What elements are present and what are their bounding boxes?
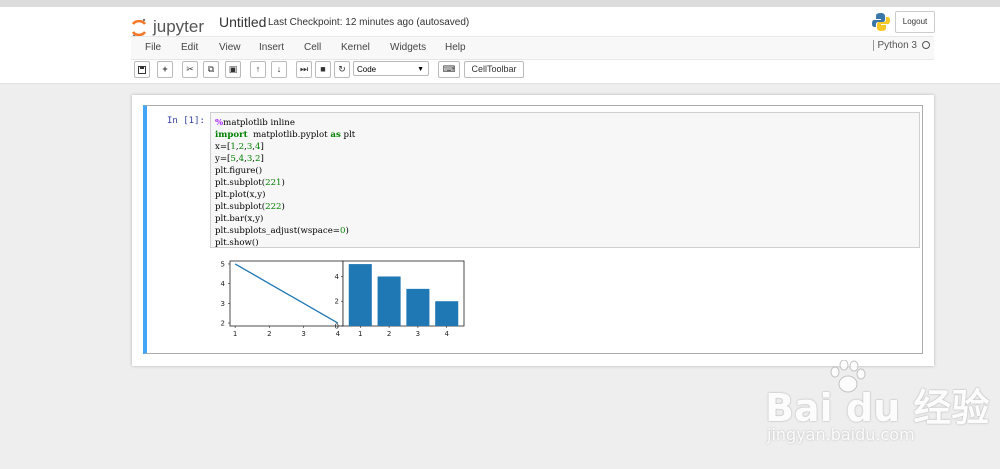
kernel-name: Python 3 (877, 40, 917, 51)
cut-button[interactable]: ✂ (182, 61, 198, 78)
code-content[interactable]: %matplotlib inline import matplotlib.pyp… (211, 113, 919, 253)
code-line: import matplotlib.pyplot as plt (215, 130, 356, 140)
menu-file[interactable]: File (145, 42, 161, 53)
bar (348, 264, 372, 326)
line-plot-xtick-label: 2 (267, 330, 271, 338)
bar-plot-ytick-label: 0 (335, 323, 339, 331)
line-plot-ytick-label: 5 (221, 260, 225, 268)
bar (377, 276, 401, 326)
move-down-button[interactable]: ↓ (271, 61, 287, 78)
run-button[interactable]: ⏭ (296, 61, 312, 78)
plus-icon: + (162, 64, 168, 74)
line-plot-xtick-label: 4 (336, 330, 341, 338)
code-cell[interactable]: In [1]: %matplotlib inline import matplo… (143, 105, 923, 354)
bar (435, 301, 459, 326)
code-line: x=[1,2,3,4] (215, 142, 264, 152)
copy-button[interactable]: ⧉ (203, 61, 219, 78)
code-line: plt.figure() (215, 166, 263, 176)
jupyter-logo-text: jupyter (153, 17, 205, 36)
code-line: plt.show() (215, 238, 259, 248)
notebook-container: In [1]: %matplotlib inline import matplo… (132, 95, 934, 366)
code-line: plt.plot(x,y) (215, 190, 266, 200)
kernel-indicator: Python 3 (872, 40, 930, 51)
output-figure: 1 2 3 423451 2 3 4024 (221, 260, 465, 338)
cell-type-select[interactable]: Code ▼ (353, 61, 429, 76)
input-prompt: In [1]: (167, 116, 205, 126)
menu-widgets[interactable]: Widgets (390, 42, 426, 53)
notebook-header: jupyter Untitled Last Checkpoint: 12 min… (0, 7, 1000, 84)
restart-button[interactable]: ↻ (334, 61, 350, 78)
code-line: plt.subplot(222) (215, 202, 285, 212)
code-line: y=[5,4,3,2] (215, 154, 264, 164)
python-logo-icon (872, 13, 890, 31)
kernel-idle-icon (922, 41, 930, 50)
watermark-url: jingyan.baidu.com (767, 425, 915, 444)
celltoolbar-button[interactable]: CellToolbar (464, 61, 524, 78)
stop-icon: ■ (320, 64, 326, 74)
paste-button[interactable]: ▣ (225, 61, 241, 78)
menu-view[interactable]: View (219, 42, 241, 53)
step-forward-icon: ⏭ (299, 64, 309, 74)
save-icon (138, 65, 146, 74)
menu-cell[interactable]: Cell (304, 42, 321, 53)
bar (406, 288, 430, 326)
notebook-name[interactable]: Untitled (219, 14, 266, 30)
bar-plot-xtick-label: 4 (444, 330, 449, 338)
cell-type-value: Code (357, 65, 377, 74)
chevron-down-icon: ▼ (417, 66, 424, 73)
save-button[interactable] (134, 61, 150, 78)
logout-button[interactable]: Logout (895, 11, 935, 33)
code-line: plt.subplot(221) (215, 178, 285, 188)
scissors-icon: ✂ (186, 64, 194, 74)
arrow-down-icon: ↓ (276, 64, 282, 74)
bar-plot-xtick-label: 2 (387, 330, 391, 338)
jupyter-logo-icon (131, 18, 147, 38)
code-line: plt.subplots_adjust(wspace=0) (215, 226, 349, 236)
baidu-watermark: Bai du 经验 jingyan.baidu.com (765, 360, 995, 465)
menu-insert[interactable]: Insert (259, 42, 284, 53)
interrupt-button[interactable]: ■ (315, 61, 331, 78)
command-palette-button[interactable]: ⌨ (438, 61, 460, 78)
paste-icon: ▣ (228, 64, 238, 74)
move-up-button[interactable]: ↑ (250, 61, 266, 78)
code-editor[interactable]: %matplotlib inline import matplotlib.pyp… (210, 112, 920, 248)
code-line: %matplotlib inline (215, 118, 295, 128)
restart-icon: ↻ (338, 64, 346, 74)
copy-icon: ⧉ (207, 64, 215, 74)
menu-bar: File Edit View Insert Cell Kernel Widget… (131, 36, 934, 60)
bar-plot-ytick-label: 2 (335, 298, 339, 306)
keyboard-icon: ⌨ (442, 64, 456, 74)
checkpoint-status: Last Checkpoint: 12 minutes ago (autosav… (268, 17, 470, 28)
line-plot-xtick-label: 3 (301, 330, 305, 338)
menu-edit[interactable]: Edit (181, 42, 198, 53)
code-line: plt.bar(x,y) (215, 214, 264, 224)
watermark-brand: Bai du 经验 (765, 386, 990, 430)
insert-cell-button[interactable]: + (157, 61, 173, 78)
line-plot-ytick-label: 2 (221, 320, 225, 328)
arrow-up-icon: ↑ (255, 64, 261, 74)
line-plot-ytick-label: 4 (221, 280, 226, 288)
bar-plot-xtick-label: 3 (416, 330, 420, 338)
bar-plot-xtick-label: 1 (358, 330, 362, 338)
menu-help[interactable]: Help (445, 42, 466, 53)
bar-plot-ytick-label: 4 (335, 273, 340, 281)
line-plot-ytick-label: 3 (221, 300, 225, 308)
toolbar: + ✂ ⧉ ▣ ↑ ↓ ⏭ ■ ↻ Code ▼ ⌨ CellToolbar (131, 60, 934, 82)
line-plot-xtick-label: 1 (233, 330, 237, 338)
menu-kernel[interactable]: Kernel (341, 42, 370, 53)
cell-output: 123423451234024 (210, 256, 510, 346)
